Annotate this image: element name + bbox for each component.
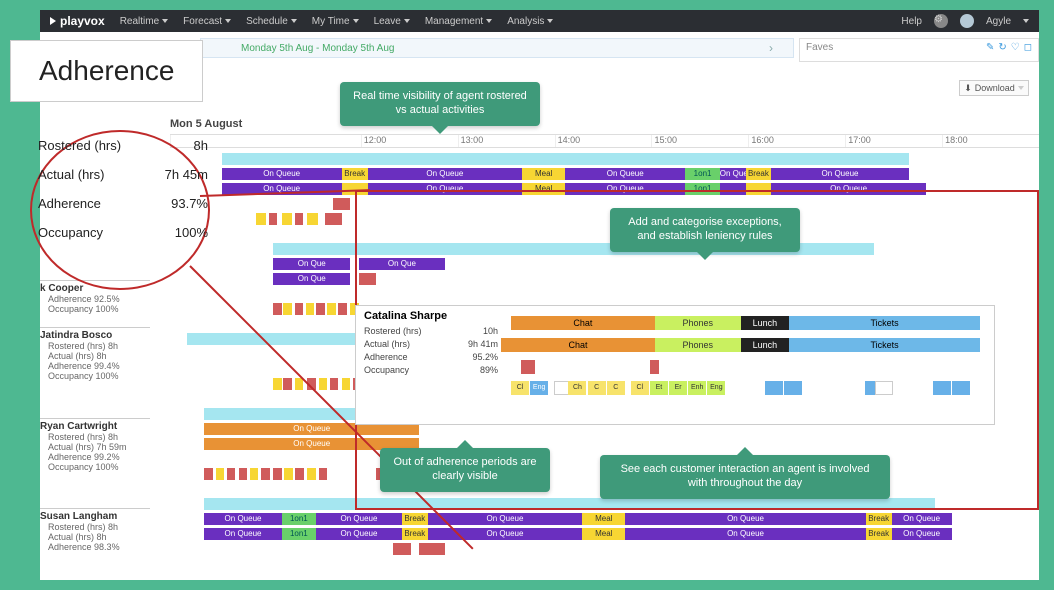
nav-leave[interactable]: Leave [374, 16, 410, 27]
user-name[interactable]: Agyle [986, 16, 1011, 27]
faves-panel: Faves ✎ ↻ ♡ ◻ [799, 38, 1039, 62]
callout-exceptions: Add and categorise exceptions, and estab… [610, 208, 800, 252]
time-axis: 12:00 13:00 14:00 15:00 16:00 17:00 18:0… [170, 134, 1039, 148]
time-tick: 17:00 [845, 135, 942, 147]
metric-value: 7h 45m [165, 167, 208, 182]
chevron-down-icon [353, 19, 359, 23]
time-tick: 12:00 [361, 135, 458, 147]
gantt-row[interactable]: On Queue 1on1 On Queue Break On Queue Me… [170, 512, 1029, 526]
metric-value: 100% [175, 225, 208, 240]
time-tick: 13:00 [458, 135, 555, 147]
faves-label: Faves [806, 42, 833, 53]
brand-logo[interactable]: playvox [50, 14, 105, 28]
gantt-row[interactable] [170, 212, 1029, 226]
nav-schedule[interactable]: Schedule [246, 16, 297, 27]
download-button[interactable]: ⬇ Download [959, 80, 1029, 96]
chevron-down-icon [162, 19, 168, 23]
agent-card[interactable]: k Cooper Adherence 92.5% Occupancy 100% [40, 280, 150, 314]
detail-row-actual[interactable]: Chat Phones Lunch Tickets [511, 336, 990, 354]
bookmark-icon[interactable]: ◻ [1024, 42, 1032, 53]
gantt-row[interactable]: On Que [170, 272, 1029, 286]
gantt-row[interactable]: On Queue On Queue Meal On Queue 1on1 On … [170, 182, 1029, 196]
metric-label: Occupancy [38, 225, 103, 240]
callout-adherence: Out of adherence periods are clearly vis… [380, 448, 550, 492]
chevron-down-icon [547, 19, 553, 23]
interaction-chips[interactable]: Cl Eng Ch C C Cl Et Er Enh Eng [511, 380, 990, 396]
top-navbar: playvox Realtime Forecast Schedule My Ti… [40, 10, 1039, 32]
agent-card[interactable]: Susan Langham Rostered (hrs) 8h Actual (… [40, 508, 150, 552]
date-range-bar[interactable]: Monday 5th Aug - Monday 5th Aug › [200, 38, 794, 58]
metric-value: 8h [194, 138, 208, 153]
callout-realtime: Real time visibility of agent rostered v… [340, 82, 540, 126]
gantt-row[interactable]: On Queue [170, 437, 1029, 451]
slide-frame-right [1039, 0, 1054, 590]
download-icon: ⬇ [964, 83, 972, 94]
time-tick: 15:00 [651, 135, 748, 147]
chevron-down-icon [291, 19, 297, 23]
metric-value: 93.7% [171, 196, 208, 211]
avatar[interactable] [960, 14, 974, 28]
time-tick: 18:00 [942, 135, 1039, 147]
detail-row-rostered[interactable]: Chat Phones Lunch Tickets [511, 314, 990, 332]
slide-frame-bottom [0, 580, 1054, 590]
gear-icon[interactable]: ⚙ [934, 14, 948, 28]
chevron-down-icon [404, 19, 410, 23]
chevron-down-icon [225, 19, 231, 23]
nav-management[interactable]: Management [425, 16, 492, 27]
nav-realtime[interactable]: Realtime [120, 16, 168, 27]
metric-label: Actual (hrs) [38, 167, 104, 182]
nav-analysis[interactable]: Analysis [507, 16, 553, 27]
nav-mytime[interactable]: My Time [312, 16, 359, 27]
page-title: Adherence [10, 40, 203, 102]
gantt-row[interactable] [170, 242, 1029, 256]
refresh-icon[interactable]: ↻ [998, 42, 1006, 53]
agent-card[interactable]: Jatindra Bosco Rostered (hrs) 8h Actual … [40, 327, 150, 381]
metrics-summary: Rostered (hrs) 8h Actual (hrs) 7h 45m Adhe… [38, 138, 208, 254]
chevron-down-icon [1018, 86, 1024, 90]
agent-detail-popup[interactable]: Catalina Sharpe Rostered (hrs)10h Actual… [355, 305, 995, 425]
gantt-row[interactable] [170, 497, 1029, 511]
nav-forecast[interactable]: Forecast [183, 16, 231, 27]
detail-agent-name: Catalina Sharpe [364, 310, 498, 322]
chevron-right-icon[interactable]: › [769, 41, 773, 55]
play-icon [50, 17, 56, 25]
agent-card[interactable]: Ryan Cartwright Rostered (hrs) 8h Actual… [40, 418, 150, 472]
gantt-row[interactable]: On Queue Break On Queue Meal On Queue 1o… [170, 167, 1029, 181]
brand-text: playvox [60, 14, 105, 28]
gantt-row[interactable]: On Queue 1on1 On Queue Break On Queue Me… [170, 527, 1029, 541]
heart-icon[interactable]: ♡ [1011, 42, 1020, 53]
metric-label: Rostered (hrs) [38, 138, 121, 153]
help-link[interactable]: Help [901, 16, 922, 27]
edit-icon[interactable]: ✎ [986, 42, 994, 53]
slide-frame-top [0, 0, 1054, 10]
gantt-row[interactable] [170, 542, 1029, 556]
chevron-down-icon [486, 19, 492, 23]
chevron-down-icon [1023, 19, 1029, 23]
time-tick: 16:00 [748, 135, 845, 147]
gantt-row[interactable]: On Que On Que [170, 257, 1029, 271]
callout-interactions: See each customer interaction an agent i… [600, 455, 890, 499]
date-range-text: Monday 5th Aug - Monday 5th Aug [241, 43, 394, 54]
date-header: Mon 5 August [170, 118, 242, 130]
time-tick: 14:00 [555, 135, 652, 147]
detail-row-adherence[interactable] [511, 358, 990, 376]
gantt-row[interactable] [170, 152, 1029, 166]
metric-label: Adherence [38, 196, 101, 211]
gantt-row[interactable] [170, 197, 1029, 211]
